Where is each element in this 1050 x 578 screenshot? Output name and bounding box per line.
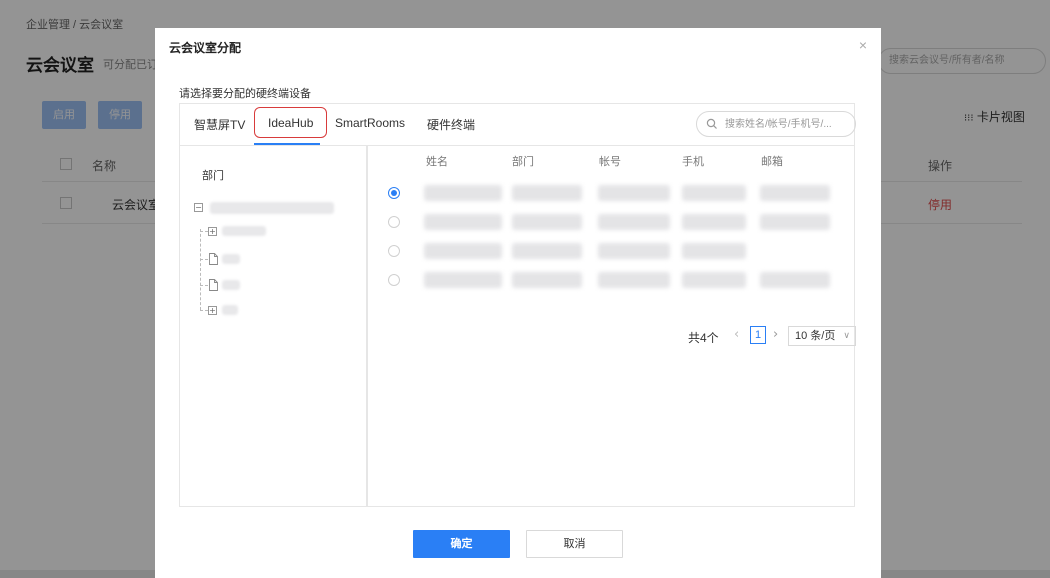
device-panel: 智慧屏TV IdeaHub SmartRooms 硬件终端 部门 − +: [179, 103, 856, 507]
chevron-right-icon[interactable]: ›: [773, 327, 778, 342]
tree-node-label: [222, 305, 238, 315]
cancel-button[interactable]: 取消: [526, 530, 623, 558]
tree-node-label: [222, 254, 240, 264]
row-radio[interactable]: [388, 274, 400, 286]
instruction-text: 请选择要分配的硬终端设备: [179, 88, 311, 100]
tab-smart-screen-tv[interactable]: 智慧屏TV: [194, 116, 245, 133]
collapse-icon[interactable]: −: [194, 203, 203, 212]
confirm-button[interactable]: 确定: [413, 530, 510, 558]
chevron-left-icon[interactable]: ‹: [734, 327, 739, 342]
list-row[interactable]: [370, 179, 854, 208]
expand-icon[interactable]: +: [208, 227, 217, 236]
department-label: 部门: [202, 170, 224, 182]
column-header-phone: 手机: [682, 156, 704, 168]
tab-smartrooms[interactable]: SmartRooms: [335, 116, 405, 130]
tree-node[interactable]: [200, 253, 260, 267]
assign-modal: 云会议室分配 × 请选择要分配的硬终端设备 智慧屏TV IdeaHub Smar…: [155, 28, 881, 578]
department-tree: 部门 − + +: [180, 146, 368, 506]
column-header-name: 姓名: [426, 156, 448, 168]
page-number-current[interactable]: 1: [750, 326, 766, 344]
list-row[interactable]: [370, 208, 854, 237]
row-radio[interactable]: [388, 216, 400, 228]
tree-node-label: [222, 280, 240, 290]
close-icon[interactable]: ×: [859, 37, 867, 53]
page-size-value: 10 条/页: [795, 330, 836, 342]
column-header-email: 邮箱: [761, 156, 783, 168]
tab-ideahub[interactable]: IdeaHub: [268, 116, 313, 130]
tab-hardware-terminal[interactable]: 硬件终端: [427, 116, 475, 133]
device-search: [696, 111, 856, 137]
document-icon: [209, 253, 218, 265]
tree-node-label: [222, 226, 266, 236]
chevron-down-icon: ∨: [843, 331, 850, 341]
column-header-account: 帐号: [599, 156, 621, 168]
tree-node[interactable]: +: [200, 225, 266, 239]
document-icon: [209, 279, 218, 291]
list-header: 姓名 部门 帐号 手机 邮箱: [370, 146, 854, 174]
tree-root-label: [210, 202, 334, 214]
list-row[interactable]: [370, 266, 854, 295]
tree-node[interactable]: +: [200, 304, 260, 318]
row-radio[interactable]: [388, 187, 400, 199]
expand-icon[interactable]: +: [208, 306, 217, 315]
page-size-select[interactable]: 10 条/页 ∨: [788, 326, 856, 346]
search-input[interactable]: [725, 115, 849, 133]
list-row[interactable]: [370, 237, 854, 266]
column-header-department: 部门: [512, 156, 534, 168]
device-list: 姓名 部门 帐号 手机 邮箱 共4个 ‹ 1 › 10 条/页 ∨: [370, 146, 856, 506]
tree-node[interactable]: [200, 279, 260, 293]
tree-connector: [200, 229, 201, 310]
active-tab-underline: [254, 143, 320, 145]
row-radio[interactable]: [388, 245, 400, 257]
pagination-total: 共4个: [688, 331, 719, 345]
search-icon: [706, 118, 717, 129]
modal-title: 云会议室分配: [169, 41, 242, 55]
device-tabs: 智慧屏TV IdeaHub SmartRooms 硬件终端: [180, 104, 856, 146]
